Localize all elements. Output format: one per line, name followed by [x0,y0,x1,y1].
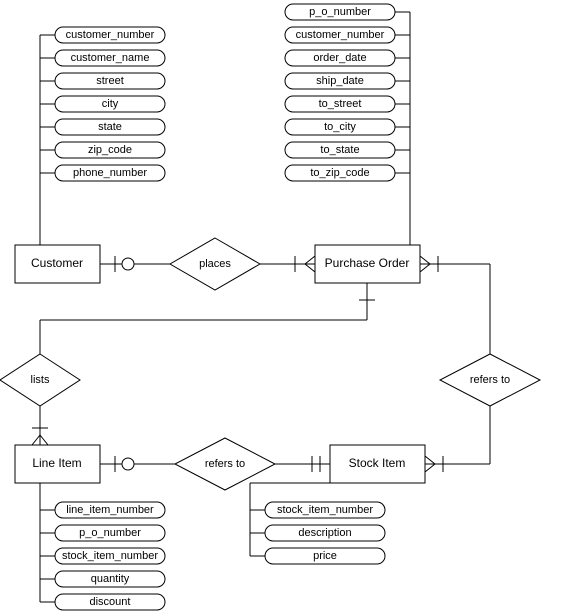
attr-label: stock_item_number [62,550,158,562]
attr-phone-number: phone_number [40,165,165,181]
attr-ship-date: ship_date [285,73,410,89]
entity-line-item: Line Item [15,445,100,483]
stock-item-attributes: stock_item_number description price [250,483,385,564]
attr-label: stock_item_number [277,504,373,516]
relationship-lists: lists [0,354,80,406]
attr-label: street [96,75,124,87]
attr-to-street: to_street [285,96,410,112]
attr-description: description [250,525,385,541]
attr-label: to_zip_code [310,167,369,179]
attr-discount: discount [40,594,165,610]
attr-quantity: quantity [40,571,165,587]
entity-label: Stock Item [349,456,406,470]
entity-purchase-order: Purchase Order [315,245,420,283]
attr-po-number-li: p_o_number [40,525,165,541]
attr-label: description [298,527,351,539]
entity-label: Purchase Order [325,256,410,270]
attr-label: discount [90,596,131,608]
relationship-label: lists [31,374,50,386]
attr-label: quantity [91,573,130,585]
attr-label: line_item_number [66,504,154,516]
attr-po-number: p_o_number [285,4,410,20]
attr-label: to_street [319,98,362,110]
attr-to-state: to_state [285,142,410,158]
relationship-label: refers to [205,458,245,470]
attr-label: ship_date [316,75,364,87]
entity-label: Line Item [32,456,81,470]
attr-label: city [102,98,119,110]
attr-state: state [40,119,165,135]
attr-label: p_o_number [309,6,371,18]
attr-label: to_state [320,144,359,156]
attr-stock-item-number-li: stock_item_number [40,548,165,564]
attr-label: order_date [313,52,366,64]
attr-label: customer_number [296,29,385,41]
relationship-label: places [199,258,231,270]
attr-label: p_o_number [79,527,141,539]
line-item-attributes: line_item_number p_o_number stock_item_n… [40,483,165,610]
attr-customer-name: customer_name [40,50,165,66]
relationship-refers-to-middle: refers to [175,438,275,490]
attr-price: price [250,548,385,564]
customer-attributes: customer_number customer_name street cit… [40,27,165,255]
attr-to-city: to_city [285,119,410,135]
attr-line-item-number: line_item_number [40,502,165,518]
attr-to-zip-code: to_zip_code [285,165,410,181]
attr-label: phone_number [73,167,147,179]
attr-customer-number-po: customer_number [285,27,410,43]
relationship-places: places [170,238,260,290]
attr-label: customer_number [66,29,155,41]
attr-label: customer_name [71,52,150,64]
purchase-order-attributes: p_o_number customer_number order_date sh… [285,4,410,255]
attr-zip-code: zip_code [40,142,165,158]
attr-label: price [313,550,337,562]
entity-label: Customer [31,256,83,270]
attr-order-date: order_date [285,50,410,66]
er-diagram: customer_number customer_name street cit… [0,0,569,613]
attr-label: to_city [324,121,356,133]
attr-street: street [40,73,165,89]
entity-stock-item: Stock Item [330,445,425,483]
attr-city: city [40,96,165,112]
attr-customer-number: customer_number [40,27,165,43]
attr-stock-item-number: stock_item_number [250,502,385,518]
entity-customer: Customer [15,245,100,283]
attr-label: state [98,121,122,133]
relationship-refers-to-right: refers to [440,354,540,406]
attr-label: zip_code [88,144,132,156]
relationship-label: refers to [470,374,510,386]
